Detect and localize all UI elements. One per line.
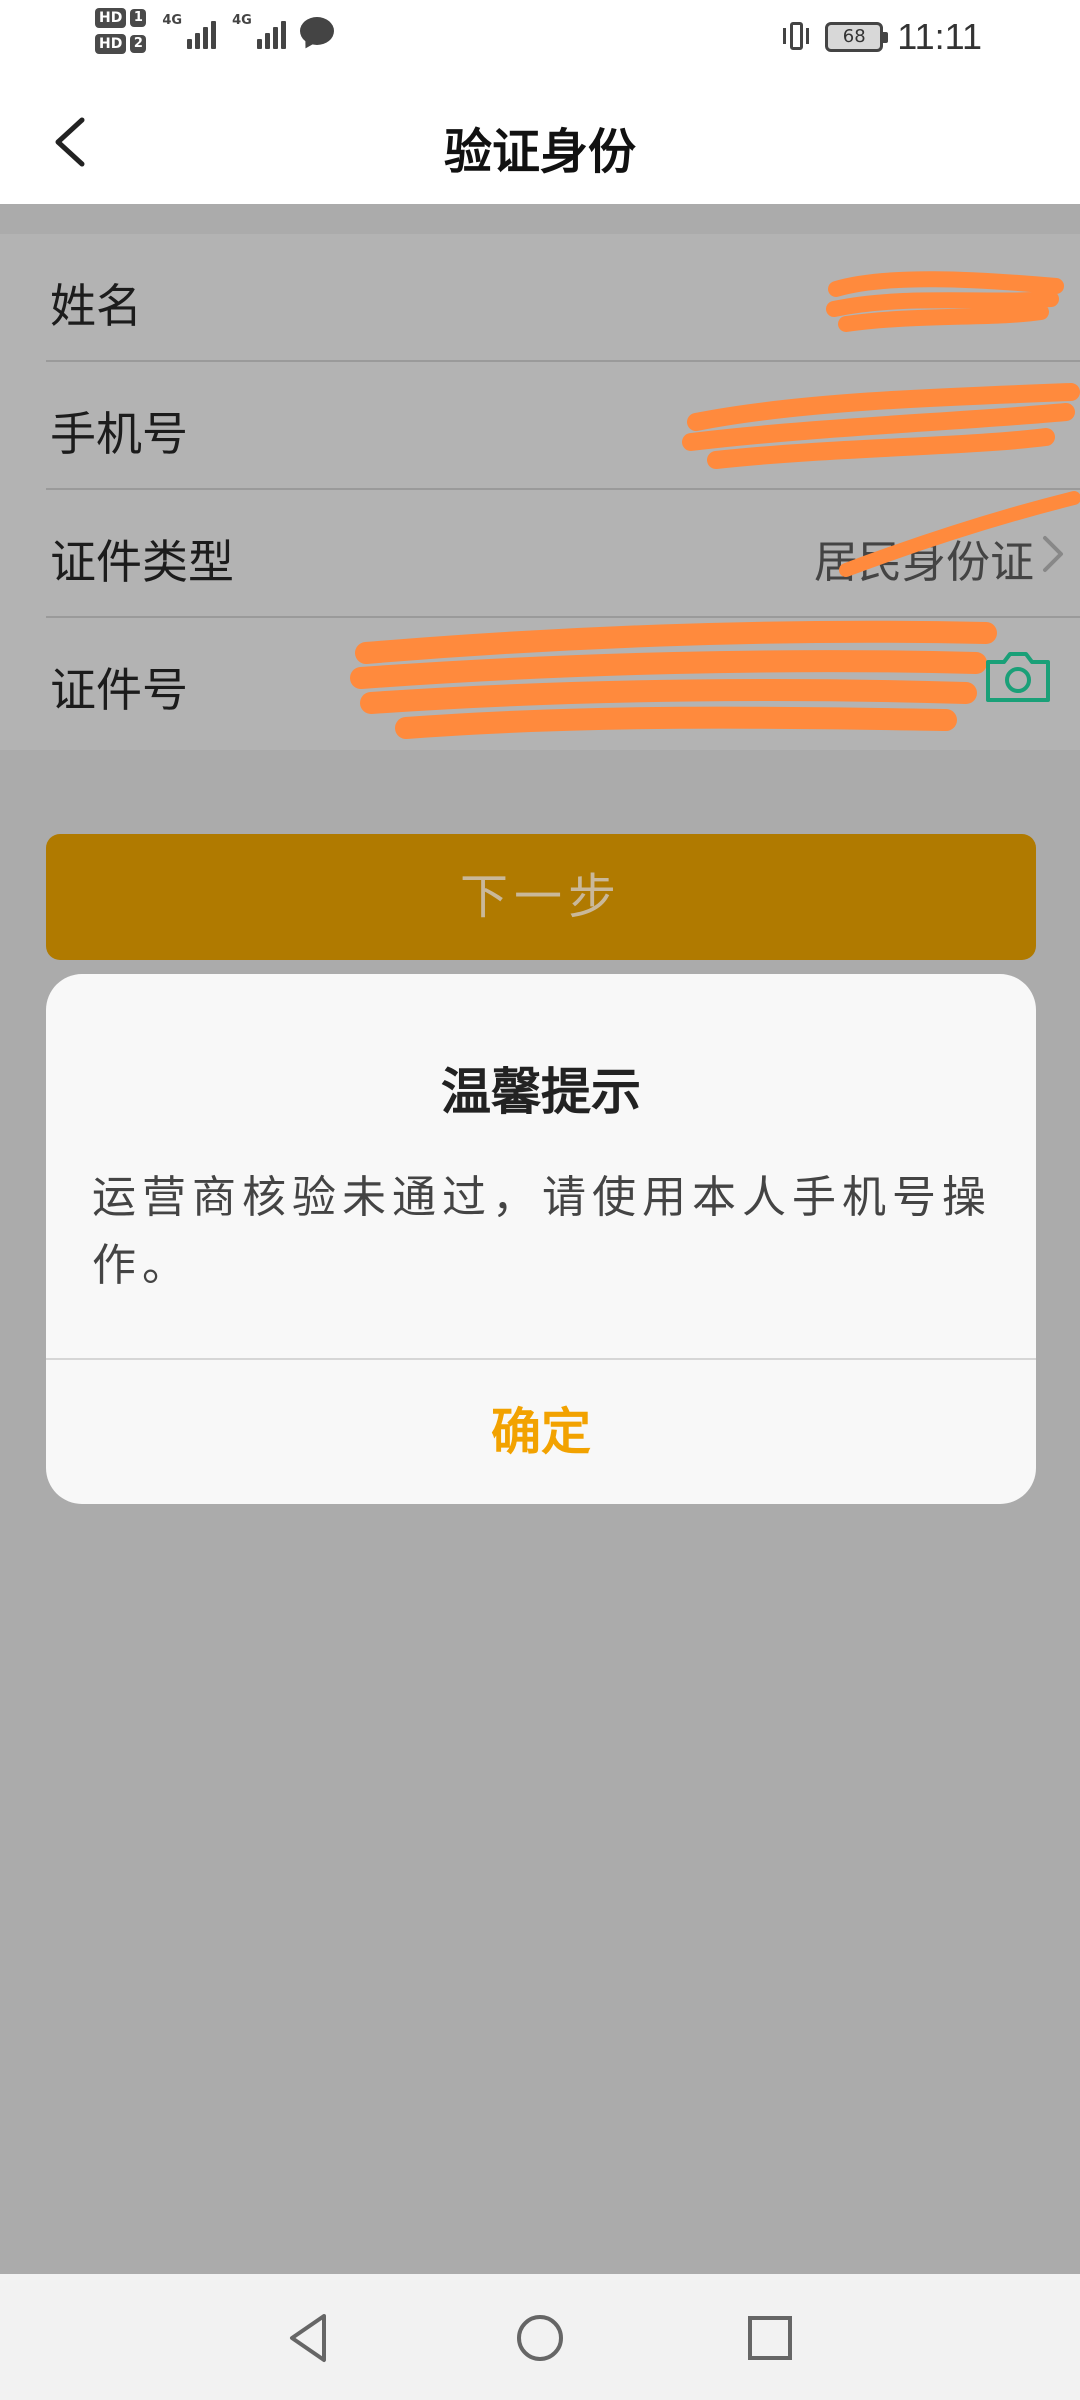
phone-label: 手机号 — [50, 407, 188, 461]
status-left: HD 1 HD 2 4G 4G — [95, 8, 334, 54]
alert-dialog: 温馨提示 运营商核验未通过，请使用本人手机号操作。 确定 — [46, 974, 1036, 1504]
network-type-2: 4G — [232, 13, 252, 28]
redaction-scribble — [826, 271, 1064, 332]
status-bar: HD 1 HD 2 4G 4G 68 11:11 — [0, 0, 1080, 80]
identity-form: 姓名 手机号 证件类型 居民身份证 证件号 — [0, 234, 1080, 750]
sim2-number: 2 — [130, 35, 147, 53]
sim-indicators: HD 1 HD 2 — [95, 8, 147, 54]
clock: 11:11 — [897, 16, 982, 57]
status-right: 68 11:11 — [781, 16, 982, 58]
id-type-row[interactable]: 证件类型 居民身份证 — [46, 490, 1080, 618]
signal-1-icon: 4G — [162, 13, 217, 49]
next-step-button[interactable]: 下一步 — [46, 834, 1036, 960]
square-recents-icon[interactable] — [740, 2308, 800, 2368]
system-nav-bar — [0, 2274, 1080, 2400]
circle-home-icon[interactable] — [510, 2308, 570, 2368]
sim1-number: 1 — [130, 9, 147, 27]
id-type-label: 证件类型 — [50, 535, 234, 589]
battery-icon: 68 — [825, 22, 889, 52]
message-notification-icon — [299, 17, 334, 45]
confirm-button[interactable]: 确定 — [46, 1360, 1036, 1504]
page-title: 验证身份 — [443, 124, 636, 180]
sim2-indicator: HD 2 — [95, 34, 147, 54]
name-row[interactable]: 姓名 — [46, 234, 1080, 362]
hd-badge: HD — [95, 34, 127, 54]
nav-header: 验证身份 — [0, 80, 1080, 204]
sim1-indicator: HD 1 — [95, 8, 147, 28]
triangle-back-icon[interactable] — [280, 2308, 340, 2368]
camera-icon[interactable] — [984, 648, 1052, 704]
dialog-message: 运营商核验未通过，请使用本人手机号操作。 — [92, 1172, 992, 1291]
redaction-scribble — [839, 491, 1080, 577]
signal-2-icon: 4G — [232, 13, 286, 49]
id-number-label: 证件号 — [50, 663, 188, 717]
network-type-1: 4G — [162, 13, 183, 28]
redaction-scribble — [350, 620, 997, 739]
phone-row[interactable]: 手机号 — [46, 362, 1080, 490]
redaction-scribble — [682, 383, 1080, 469]
dialog-title: 温馨提示 — [441, 1063, 641, 1121]
screen: HD 1 HD 2 4G 4G 68 11:11 验证身份 姓名 手机号 证件类… — [0, 0, 1080, 2400]
hd-badge: HD — [95, 8, 127, 28]
id-number-row[interactable]: 证件号 — [46, 618, 1080, 746]
name-label: 姓名 — [50, 279, 142, 333]
vibrate-icon — [781, 20, 811, 54]
